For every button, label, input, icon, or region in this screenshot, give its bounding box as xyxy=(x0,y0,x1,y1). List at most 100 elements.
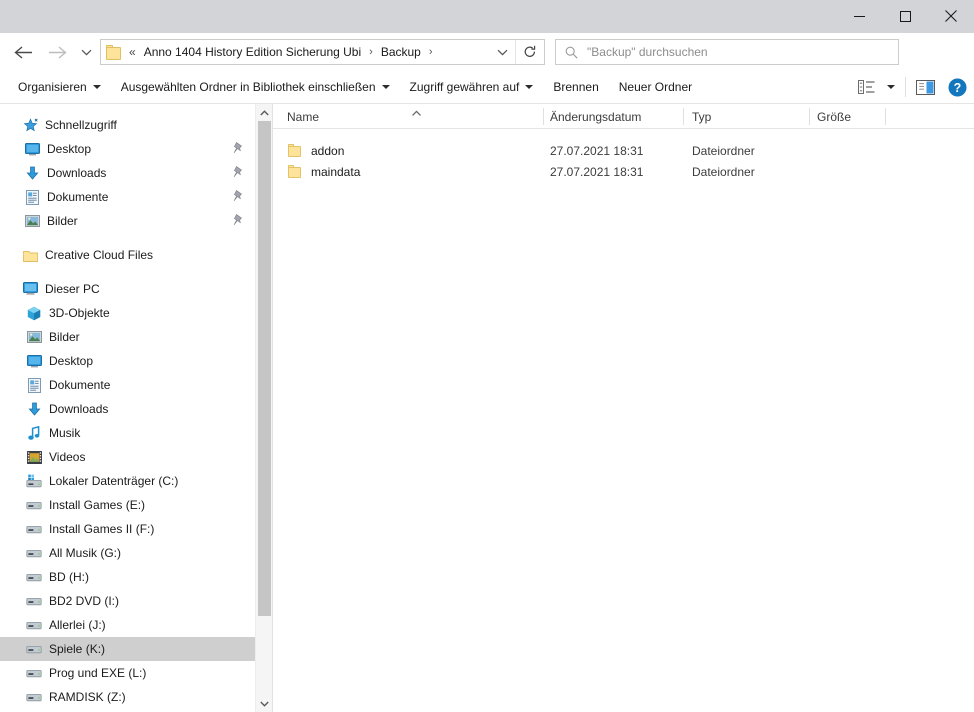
sidebar-item-drive-z[interactable]: RAMDISK (Z:) xyxy=(0,685,255,709)
sidebar-item-drive-l[interactable]: Prog und EXE (L:) xyxy=(0,661,255,685)
sidebar-item-drive-j[interactable]: Allerlei (J:) xyxy=(0,613,255,637)
sidebar-item-videos[interactable]: Videos xyxy=(0,445,255,469)
sidebar-item-label: RAMDISK (Z:) xyxy=(49,690,126,704)
column-header-name[interactable]: Name xyxy=(287,104,319,129)
sidebar-gap-2 xyxy=(0,267,255,277)
desktop-icon xyxy=(26,353,42,369)
toolbar-item-include-in-library[interactable]: Ausgewählten Ordner in Bibliothek einsch… xyxy=(111,71,400,103)
pin-icon[interactable] xyxy=(232,213,246,229)
document-icon xyxy=(26,377,42,393)
folder-icon xyxy=(106,44,123,60)
sidebar-item-documents-quick[interactable]: Dokumente xyxy=(0,185,255,209)
pin-icon[interactable] xyxy=(232,189,246,205)
sidebar-item-label: Bilder xyxy=(47,214,78,228)
scrollbar-thumb[interactable] xyxy=(258,121,271,616)
svg-text:?: ? xyxy=(953,81,961,95)
close-button[interactable] xyxy=(928,0,974,32)
chevron-down-icon[interactable] xyxy=(489,40,515,64)
column-separator-2[interactable] xyxy=(683,108,684,125)
system-drive-icon xyxy=(26,473,42,489)
search-icon xyxy=(565,46,578,59)
drive-icon xyxy=(26,569,42,585)
refresh-icon[interactable] xyxy=(516,40,544,64)
sidebar-gap-1 xyxy=(0,233,255,243)
help-icon[interactable]: ? xyxy=(940,72,974,102)
sidebar-item-drive-i[interactable]: BD2 DVD (I:) xyxy=(0,589,255,613)
pictures-icon xyxy=(24,213,40,229)
column-separator-3[interactable] xyxy=(809,108,810,125)
sidebar-item-documents[interactable]: Dokumente xyxy=(0,373,255,397)
search-box[interactable]: "Backup" durchsuchen xyxy=(555,39,899,65)
file-date-cell: 27.07.2021 18:31 xyxy=(550,164,644,179)
column-header-date[interactable]: Änderungsdatum xyxy=(550,104,641,129)
navigation-pane-scrollbar[interactable] xyxy=(255,104,272,712)
sidebar-item-creative-cloud-files[interactable]: Creative Cloud Files xyxy=(0,243,255,267)
sidebar-item-label: Bilder xyxy=(49,330,80,344)
sidebar-item-music[interactable]: Musik xyxy=(0,421,255,445)
drive-icon xyxy=(26,545,42,561)
toolbar-divider xyxy=(905,77,906,97)
sidebar-item-label: BD2 DVD (I:) xyxy=(49,594,120,608)
sidebar-item-label: Musik xyxy=(49,426,81,440)
toolbar-item-organize[interactable]: Organisieren xyxy=(8,71,111,103)
folder-icon xyxy=(22,247,38,263)
cube-icon xyxy=(26,305,42,321)
sidebar-item-downloads-quick[interactable]: Downloads xyxy=(0,161,255,185)
breadcrumb-item-1[interactable]: Backup xyxy=(380,43,422,61)
pin-icon[interactable] xyxy=(232,165,246,181)
address-bar[interactable]: « Anno 1404 History Edition Sicherung Ub… xyxy=(100,39,545,65)
column-header-size[interactable]: Größe xyxy=(817,104,851,129)
sidebar-item-drive-f[interactable]: Install Games II (F:) xyxy=(0,517,255,541)
sidebar-item-drive-h[interactable]: BD (H:) xyxy=(0,565,255,589)
drive-icon xyxy=(26,665,42,681)
column-header-row: Name Änderungsdatum Typ Größe xyxy=(273,104,974,129)
sidebar-item-desktop-quick[interactable]: Desktop xyxy=(0,137,255,161)
column-header-type[interactable]: Typ xyxy=(692,104,711,129)
sidebar-item-local-disk-c[interactable]: Lokaler Datenträger (C:) xyxy=(0,469,255,493)
scroll-down-icon[interactable] xyxy=(256,695,273,712)
breadcrumb-item-0[interactable]: Anno 1404 History Edition Sicherung Ubi xyxy=(143,43,362,61)
sidebar-item-pictures[interactable]: Bilder xyxy=(0,325,255,349)
sidebar-item-downloads[interactable]: Downloads xyxy=(0,397,255,421)
forward-button[interactable] xyxy=(40,36,74,68)
column-separator-1[interactable] xyxy=(543,108,544,125)
sidebar-item-drive-e[interactable]: Install Games (E:) xyxy=(0,493,255,517)
breadcrumb-overflow-icon[interactable]: « xyxy=(129,45,136,59)
desktop-icon xyxy=(24,141,40,157)
recent-locations-button[interactable] xyxy=(74,36,98,68)
drive-icon xyxy=(26,521,42,537)
file-type-cell: Dateiordner xyxy=(692,164,755,179)
sidebar-item-drive-g[interactable]: All Musik (G:) xyxy=(0,541,255,565)
table-row[interactable]: maindata 27.07.2021 18:31 Dateiordner xyxy=(273,161,974,182)
maximize-button[interactable] xyxy=(882,0,928,32)
sidebar-group-this-pc[interactable]: Dieser PC xyxy=(0,277,255,301)
back-button[interactable] xyxy=(6,36,40,68)
toolbar-item-new-folder[interactable]: Neuer Ordner xyxy=(609,71,702,103)
file-name-label: maindata xyxy=(311,164,361,179)
scroll-up-icon[interactable] xyxy=(256,104,273,121)
sidebar-group-quick-access[interactable]: Schnellzugriff xyxy=(0,113,255,137)
sidebar-item-label: 3D-Objekte xyxy=(49,306,110,320)
search-input[interactable]: "Backup" durchsuchen xyxy=(587,45,708,59)
view-options-dropdown[interactable] xyxy=(881,72,901,102)
preview-pane-icon[interactable] xyxy=(910,72,940,102)
breadcrumb-separator-0[interactable]: › xyxy=(369,46,373,58)
toolbar-item-share-with[interactable]: Zugriff gewähren auf xyxy=(400,71,544,103)
pin-icon[interactable] xyxy=(232,141,246,157)
sidebar-item-desktop[interactable]: Desktop xyxy=(0,349,255,373)
sidebar-item-label: BD (H:) xyxy=(49,570,89,584)
toolbar-item-burn[interactable]: Brennen xyxy=(543,71,608,103)
file-type-cell: Dateiordner xyxy=(692,143,755,158)
sidebar-item-3d-objects[interactable]: 3D-Objekte xyxy=(0,301,255,325)
breadcrumb-separator-1[interactable]: › xyxy=(429,46,433,58)
minimize-button[interactable] xyxy=(836,0,882,32)
folder-icon xyxy=(287,164,303,180)
view-options-icon[interactable] xyxy=(851,72,881,102)
sidebar-item-drive-k[interactable]: Spiele (K:) xyxy=(0,637,255,661)
title-bar xyxy=(0,0,974,33)
sidebar-item-pictures-quick[interactable]: Bilder xyxy=(0,209,255,233)
chevron-down-icon xyxy=(92,85,101,89)
table-row[interactable]: addon 27.07.2021 18:31 Dateiordner xyxy=(273,140,974,161)
column-separator-4[interactable] xyxy=(885,108,886,125)
sidebar-item-label: Prog und EXE (L:) xyxy=(49,666,147,680)
